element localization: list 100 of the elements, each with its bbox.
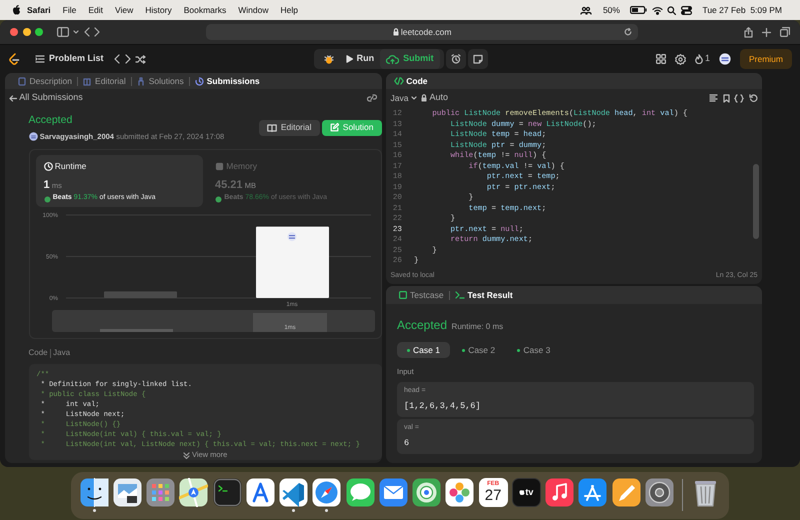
forward-icon[interactable] [94, 27, 100, 37]
music-note-icon[interactable] [545, 478, 574, 507]
tabs-icon[interactable] [780, 27, 790, 37]
menu-item[interactable]: View [108, 4, 140, 16]
alarm-button[interactable] [446, 49, 466, 69]
premium-button[interactable]: Premium [740, 49, 792, 69]
previous-icon[interactable] [114, 54, 120, 64]
calendar-day: 27 [484, 488, 502, 503]
stat-value: 1 [44, 178, 50, 193]
book-icon [266, 124, 277, 132]
panel-tab[interactable]: Test Result [450, 288, 518, 302]
pen-icon[interactable] [612, 478, 641, 507]
face-icon[interactable] [80, 478, 109, 507]
case-tab[interactable]: Case 3 [507, 342, 560, 358]
next-icon[interactable] [124, 54, 131, 64]
menu-item[interactable]: Bookmarks [178, 4, 232, 16]
close-button[interactable] [10, 28, 18, 36]
panel-tab[interactable]: Solutions [132, 74, 189, 88]
case-tab[interactable]: Case 1 [397, 342, 450, 358]
speech-bubble-icon[interactable] [346, 478, 375, 507]
panel-tab[interactable]: Testcase [394, 288, 449, 302]
apple-logo-icon [519, 489, 526, 496]
shuffle-icon[interactable] [135, 54, 146, 64]
terminal-icon[interactable] [212, 478, 242, 507]
autocomplete-mode[interactable]: Auto [429, 91, 448, 105]
document-icon [18, 76, 26, 86]
url-text: leetcode.com [400, 26, 452, 38]
editorial-button[interactable]: Editorial [258, 120, 320, 136]
zoom-button[interactable] [35, 28, 43, 36]
menu-item[interactable]: File [56, 4, 82, 16]
bookmark-icon[interactable] [722, 94, 730, 102]
menu-item[interactable]: Edit [82, 4, 109, 16]
address-bar[interactable]: leetcode.com [206, 24, 638, 40]
envelope-icon[interactable] [378, 478, 408, 507]
battery-icon [630, 6, 648, 14]
input-value: 6 [404, 437, 410, 450]
tv-icon[interactable]: tv [512, 478, 541, 507]
settings-icon[interactable] [674, 54, 686, 64]
clock: Tue 27 Feb 5:09 PM [701, 4, 783, 16]
control-center-icon [680, 6, 692, 14]
panel-tab[interactable]: Submissions [190, 74, 265, 88]
map-icon[interactable] [179, 478, 208, 507]
ribbon-icon[interactable] [279, 478, 308, 507]
wifi-icon [652, 6, 663, 14]
compass-icon[interactable] [312, 478, 342, 507]
chevron-down-icon [410, 96, 417, 100]
submit-button[interactable]: Submit [380, 49, 440, 69]
gear-icon[interactable] [644, 478, 674, 507]
app-grid-icon[interactable] [146, 478, 176, 507]
photo-icon[interactable] [112, 478, 142, 507]
panel-tab[interactable]: Description [12, 74, 78, 88]
layout-icon[interactable] [656, 54, 666, 64]
flower-icon[interactable] [445, 478, 474, 507]
menu-item[interactable]: History [139, 4, 178, 16]
history-icon [194, 76, 204, 86]
avatar-icon[interactable] [718, 53, 731, 65]
clock-icon [44, 162, 52, 171]
scrollbar[interactable] [753, 164, 759, 239]
radar-icon[interactable] [412, 478, 442, 507]
streak-count: 1 [704, 52, 710, 66]
menu-item[interactable]: Window [232, 4, 274, 16]
app-menu[interactable]: Safari [21, 4, 57, 16]
user-avatar-icon [287, 232, 296, 242]
link-icon[interactable] [367, 94, 377, 102]
note-icon [473, 54, 484, 64]
notes-button[interactable] [468, 49, 488, 69]
run-button[interactable]: Run [340, 49, 380, 69]
apple-icon [12, 5, 21, 15]
search-icon [667, 6, 676, 14]
sidebar-icon[interactable] [56, 27, 68, 37]
language-dropdown[interactable]: Java [390, 92, 417, 104]
tv-label: tv [525, 486, 534, 499]
edit-icon [330, 123, 339, 132]
medal-icon [44, 194, 50, 202]
user-avatar-icon [28, 132, 38, 141]
code-icon [394, 77, 404, 85]
stat-title: Runtime [54, 160, 86, 173]
panel-tab[interactable]: Editorial [78, 74, 131, 88]
letter-a-icon[interactable] [246, 478, 275, 507]
chevron-down-icon[interactable] [73, 30, 79, 34]
all-submissions-link[interactable]: All Submissions [9, 91, 83, 105]
plus-icon[interactable] [762, 28, 771, 36]
case-tab[interactable]: Case 2 [452, 342, 506, 358]
letter-a-icon[interactable] [578, 478, 608, 507]
logo-icon[interactable] [8, 52, 20, 66]
panel-title: Code [406, 74, 428, 88]
problem-list-link[interactable]: Problem List [29, 49, 110, 69]
reset-icon[interactable] [748, 94, 758, 102]
language-label: Java [53, 347, 70, 359]
minimize-button[interactable] [22, 28, 30, 36]
format-icon[interactable] [709, 94, 718, 102]
pass-dot-icon [462, 348, 466, 352]
play-icon [346, 55, 353, 63]
flame-icon[interactable] [694, 54, 703, 64]
share-icon[interactable] [744, 26, 753, 38]
stat-value: 45.21 [215, 178, 243, 193]
reload-icon[interactable] [624, 28, 632, 36]
menu-item[interactable]: Help [274, 4, 304, 16]
braces-icon[interactable] [734, 94, 744, 102]
back-icon[interactable] [84, 27, 90, 37]
